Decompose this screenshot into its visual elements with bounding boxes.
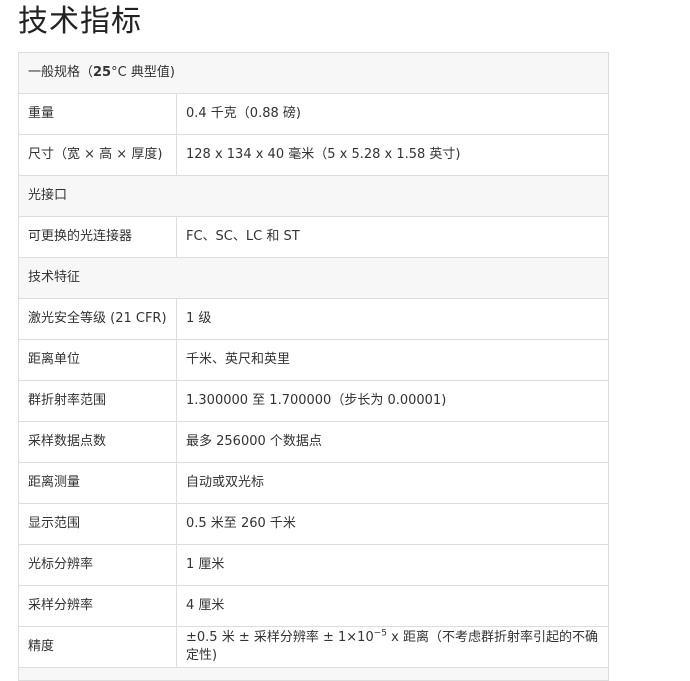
table-row-cursor-resolution: 光标分辨率 1 厘米 <box>18 544 609 586</box>
row-label: 距离测量 <box>18 462 177 504</box>
row-label: 显示范围 <box>18 503 177 545</box>
table-row-distance-measure: 距离测量 自动或双光标 <box>18 462 609 504</box>
table-row-sample-points: 采样数据点数 最多 256000 个数据点 <box>18 421 609 463</box>
table-row-distance-unit: 距离单位 千米、英尺和英里 <box>18 339 609 381</box>
spec-table: 一般规格（25°C 典型值) 重量 0.4 千克（0.88 磅) 尺寸（宽 × … <box>18 52 609 681</box>
row-label: 尺寸（宽 × 高 × 厚度) <box>18 134 177 176</box>
row-label: 重量 <box>18 93 177 135</box>
table-row-refractive-index: 群折射率范围 1.300000 至 1.700000（步长为 0.00001) <box>18 380 609 422</box>
table-row-sampling-resolution: 采样分辨率 4 厘米 <box>18 585 609 627</box>
section-header-general: 一般规格（25°C 典型值) <box>18 52 609 94</box>
section-row-technical: 技术特征 <box>18 257 609 299</box>
row-label: 采样数据点数 <box>18 421 177 463</box>
table-row-connectors: 可更换的光连接器 FC、SC、LC 和 ST <box>18 216 609 258</box>
row-value: 4 厘米 <box>176 585 609 627</box>
row-value: 128 x 134 x 40 毫米（5 x 5.28 x 1.58 英寸) <box>176 134 609 176</box>
table-row-accuracy: 精度 ±0.5 米 ± 采样分辨率 ± 1×10−5 x 距离（不考虑群折射率引… <box>18 626 609 668</box>
row-label: 距离单位 <box>18 339 177 381</box>
row-label: 可更换的光连接器 <box>18 216 177 258</box>
row-value: 1 厘米 <box>176 544 609 586</box>
table-row-laser-class: 激光安全等级 (21 CFR) 1 级 <box>18 298 609 340</box>
row-value: 1 级 <box>176 298 609 340</box>
row-value: 0.5 米至 260 千米 <box>176 503 609 545</box>
accuracy-exponent: −5 <box>373 628 388 639</box>
table-row-weight: 重量 0.4 千克（0.88 磅) <box>18 93 609 135</box>
row-label: 光标分辨率 <box>18 544 177 586</box>
row-label: 群折射率范围 <box>18 380 177 422</box>
row-value: 千米、英尺和英里 <box>176 339 609 381</box>
row-value: ±0.5 米 ± 采样分辨率 ± 1×10−5 x 距离（不考虑群折射率引起的不… <box>176 626 609 668</box>
partial-cell <box>18 667 609 681</box>
row-label: 采样分辨率 <box>18 585 177 627</box>
section-row-general: 一般规格（25°C 典型值) <box>18 52 609 94</box>
table-row-display-range: 显示范围 0.5 米至 260 千米 <box>18 503 609 545</box>
section-label-temp: 25 <box>93 65 112 80</box>
row-value: 1.300000 至 1.700000（步长为 0.00001) <box>176 380 609 422</box>
row-value: FC、SC、LC 和 ST <box>176 216 609 258</box>
row-value: 0.4 千克（0.88 磅) <box>176 93 609 135</box>
page-title: 技术指标 <box>18 4 142 39</box>
table-row-partial <box>18 667 609 681</box>
row-label: 精度 <box>18 626 177 668</box>
section-header-technical: 技术特征 <box>18 257 609 299</box>
row-label: 激光安全等级 (21 CFR) <box>18 298 177 340</box>
row-value: 最多 256000 个数据点 <box>176 421 609 463</box>
section-row-optical-port: 光接口 <box>18 175 609 217</box>
section-label-prefix: 一般规格（ <box>28 65 94 80</box>
table-row-size: 尺寸（宽 × 高 × 厚度) 128 x 134 x 40 毫米（5 x 5.2… <box>18 134 609 176</box>
accuracy-value-main: ±0.5 米 ± 采样分辨率 ± 1×10 <box>186 630 374 645</box>
row-value: 自动或双光标 <box>176 462 609 504</box>
section-header-optical-port: 光接口 <box>18 175 609 217</box>
section-label-suffix: °C 典型值) <box>111 65 175 80</box>
